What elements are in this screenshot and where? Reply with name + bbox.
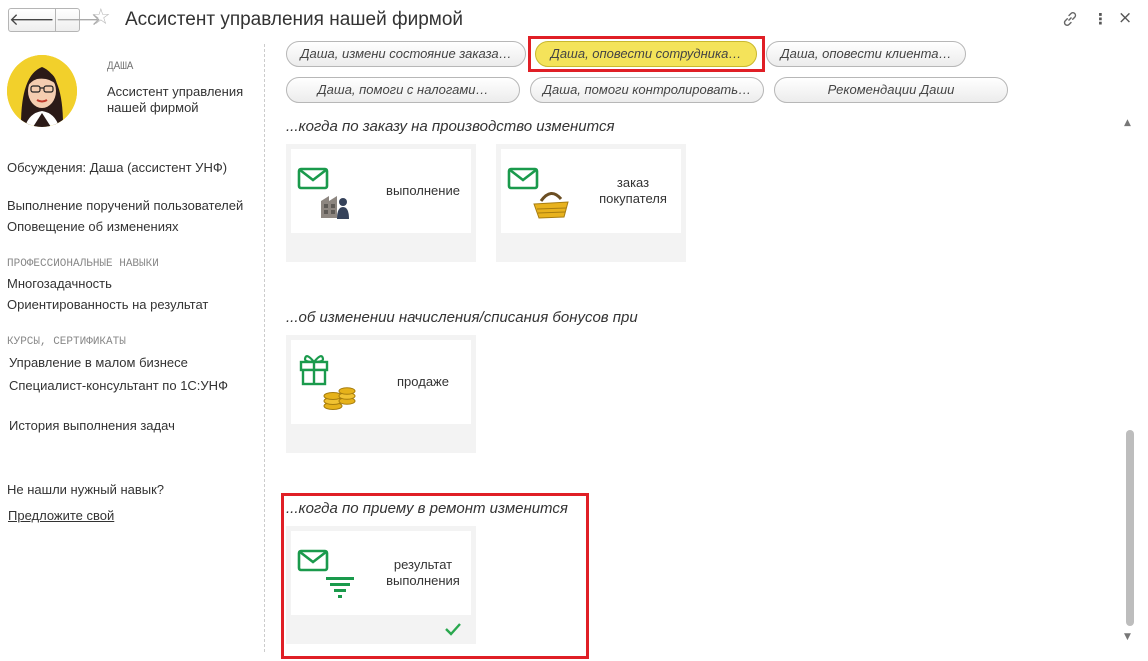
mail-factory-icon xyxy=(297,167,349,219)
agent-description: Ассистент управления нашей фирмой xyxy=(107,84,244,115)
close-icon[interactable]: × xyxy=(1118,7,1132,29)
card-label: заказ покупателя xyxy=(599,175,667,206)
skill-item-result-orientation: Ориентированность на результат xyxy=(7,297,209,312)
chip-change-order-status[interactable]: Даша, измени состояние заказа… xyxy=(286,41,526,67)
card-body: результат выполнения xyxy=(291,531,471,615)
back-button[interactable]: 🡐 xyxy=(9,9,55,31)
card-execution-result[interactable]: результат выполнения xyxy=(286,526,476,644)
chip-help-taxes[interactable]: Даша, помоги с налогами… xyxy=(286,77,520,103)
section-title-bonuses: ...об изменении начисления/списания бону… xyxy=(286,309,638,326)
more-menu-icon[interactable]: ⋮ xyxy=(1093,8,1108,30)
chip-notify-client[interactable]: Даша, оповести клиента… xyxy=(766,41,966,67)
scrollbar-thumb[interactable] xyxy=(1126,430,1134,626)
window-header: 🡐 🡒 ☆ Ассистент управления нашей фирмой … xyxy=(0,0,1148,40)
section-title-production-order: ...когда по заказу на производство измен… xyxy=(286,118,615,135)
scroll-up-icon[interactable]: ▲ xyxy=(1124,118,1131,128)
card-label: продаже xyxy=(397,374,449,389)
courses-header: КУРСЫ, СЕРТИФИКАТЫ xyxy=(7,336,126,348)
skills-header: ПРОФЕССИОНАЛЬНЫЕ НАВЫКИ xyxy=(7,258,159,270)
checkmark-icon xyxy=(445,623,461,636)
card-body: выполнение xyxy=(291,149,471,233)
mail-basket-icon xyxy=(507,167,569,219)
card-sale[interactable]: продаже xyxy=(286,335,476,453)
arrow-left-icon: 🡐 xyxy=(9,10,55,30)
window-title: Ассистент управления нашей фирмой xyxy=(125,9,464,30)
task-item-notifications[interactable]: Оповещение об изменениях xyxy=(7,219,179,234)
section-title-repair-intake: ...когда по приему в ремонт изменится xyxy=(286,500,568,517)
gift-coins-icon xyxy=(299,355,356,410)
card-customer-order[interactable]: заказ покупателя xyxy=(496,144,686,262)
chip-recommendations[interactable]: Рекомендации Даши xyxy=(774,77,1008,103)
link-icon[interactable] xyxy=(1061,10,1079,28)
card-body: заказ покупателя xyxy=(501,149,681,233)
favorite-star-icon[interactable]: ☆ xyxy=(91,6,111,30)
card-production-completion[interactable]: выполнение xyxy=(286,144,476,262)
scroll-down-icon[interactable]: ▼ xyxy=(1124,632,1131,642)
task-item-assignments[interactable]: Выполнение поручений пользователей xyxy=(7,198,243,213)
assistant-portrait-icon xyxy=(7,55,77,127)
avatar xyxy=(7,55,77,127)
skill-item-multitasking: Многозадачность xyxy=(7,276,112,291)
sidebar-divider xyxy=(264,44,265,652)
agent-name-label: ДАША xyxy=(107,61,134,73)
discussions-link[interactable]: Обсуждения: Даша (ассистент УНФ) xyxy=(7,160,227,175)
course-item-small-business: Управление в малом бизнесе xyxy=(9,355,188,370)
suggest-skill-link[interactable]: Предложите свой xyxy=(8,508,114,523)
mail-filter-icon xyxy=(297,549,354,598)
card-label: результат выполнения xyxy=(386,557,460,588)
task-history-link[interactable]: История выполнения задач xyxy=(9,418,175,433)
navigation-buttons: 🡐 🡒 xyxy=(8,8,101,32)
card-body: продаже xyxy=(291,340,471,424)
course-item-consultant: Специалист-консультант по 1С:УНФ xyxy=(9,378,228,393)
not-found-text: Не нашли нужный навык? xyxy=(7,482,165,497)
card-label: выполнение xyxy=(386,183,460,198)
highlight-frame-chip xyxy=(528,36,765,72)
chip-help-control[interactable]: Даша, помоги контролировать… xyxy=(530,77,764,103)
